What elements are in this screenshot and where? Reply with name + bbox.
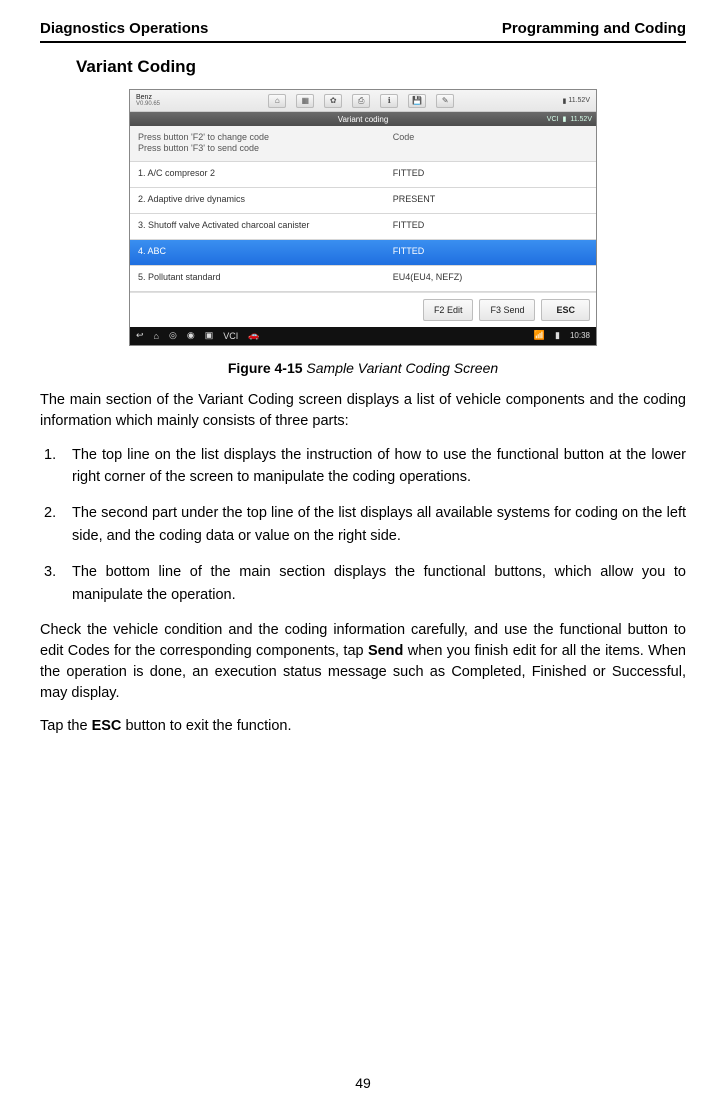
f3-send-button[interactable]: F3 Send (479, 299, 535, 321)
table-row[interactable]: 3. Shutoff valve Activated charcoal cani… (130, 214, 596, 240)
screenshot-button-row: F2 Edit F3 Send ESC (130, 292, 596, 327)
table-header-right: Code (385, 126, 596, 161)
car-icon[interactable]: 🚗 (248, 330, 259, 341)
android-navbar: ↩ ⌂ ◎ ◉ ▣ VCI 🚗 📶 ▮ 10:38 (130, 327, 596, 345)
battery-mini-icon: ▮ (562, 115, 566, 123)
table-row[interactable]: 1. A/C compresor 2 FITTED (130, 162, 596, 188)
edit-icon[interactable]: ✎ (436, 94, 454, 108)
list-item: The bottom line of the main section disp… (40, 561, 686, 606)
app-icon[interactable]: ▣ (205, 330, 214, 341)
header-left: Diagnostics Operations (40, 20, 208, 37)
tap-esc-paragraph: Tap the ESC button to exit the function. (40, 716, 686, 737)
numbered-list: The top line on the list displays the in… (40, 444, 686, 607)
header-right: Programming and Coding (502, 20, 686, 37)
battery-indicator: ▮ 11.52V (562, 97, 590, 105)
table-row[interactable]: 5. Pollutant standard EU4(EU4, NEFZ) (130, 266, 596, 292)
screenshot-titlebar: Variant coding VCI▮11.52V (130, 112, 596, 126)
intro-paragraph: The main section of the Variant Coding s… (40, 390, 686, 432)
page-number: 49 (0, 1075, 726, 1091)
clock: 10:38 (570, 331, 590, 340)
vci-nav-icon[interactable]: VCI (223, 331, 238, 341)
screenshot-toolbar: Benz V0.90.65 ⌂ ▦ ✿ ⎙ ℹ 💾 ✎ ▮ 11.52V (130, 90, 596, 112)
info-icon[interactable]: ℹ (380, 94, 398, 108)
home-icon[interactable]: ⌂ (268, 94, 286, 108)
table-row[interactable]: 2. Adaptive drive dynamics PRESENT (130, 188, 596, 214)
list-item: The second part under the top line of th… (40, 502, 686, 547)
nav-home-icon[interactable]: ⌂ (154, 331, 159, 341)
nav-battery-icon: ▮ (555, 330, 560, 341)
save-icon[interactable]: 💾 (408, 94, 426, 108)
back-icon[interactable]: ↩ (136, 330, 144, 341)
brand-label: Benz V0.90.65 (136, 94, 160, 107)
grid-icon[interactable]: ▦ (296, 94, 314, 108)
gear-icon[interactable]: ✿ (324, 94, 342, 108)
list-item: The top line on the list displays the in… (40, 444, 686, 489)
wifi-icon: 📶 (534, 330, 545, 341)
table-header-left: Press button 'F2' to change codePress bu… (130, 126, 385, 161)
camera-icon[interactable]: ◉ (187, 330, 195, 341)
page-header: Diagnostics Operations Programming and C… (40, 20, 686, 43)
screenshot-figure: Benz V0.90.65 ⌂ ▦ ✿ ⎙ ℹ 💾 ✎ ▮ 11.52V Var… (129, 89, 597, 346)
check-paragraph: Check the vehicle condition and the codi… (40, 620, 686, 704)
f2-edit-button[interactable]: F2 Edit (423, 299, 474, 321)
coding-table: Press button 'F2' to change codePress bu… (130, 126, 596, 292)
esc-button[interactable]: ESC (541, 299, 590, 321)
browser-icon[interactable]: ◎ (169, 330, 177, 341)
toolbar-icons: ⌂ ▦ ✿ ⎙ ℹ 💾 ✎ (166, 94, 556, 108)
table-row-selected[interactable]: 4. ABC FITTED (130, 240, 596, 266)
section-title: Variant Coding (76, 57, 686, 77)
vci-indicator: VCI▮11.52V (547, 115, 592, 123)
figure-caption: Figure 4-15 Sample Variant Coding Screen (40, 360, 686, 376)
battery-icon: ▮ (562, 97, 566, 105)
table-header-row: Press button 'F2' to change codePress bu… (130, 126, 596, 162)
print-icon[interactable]: ⎙ (352, 94, 370, 108)
